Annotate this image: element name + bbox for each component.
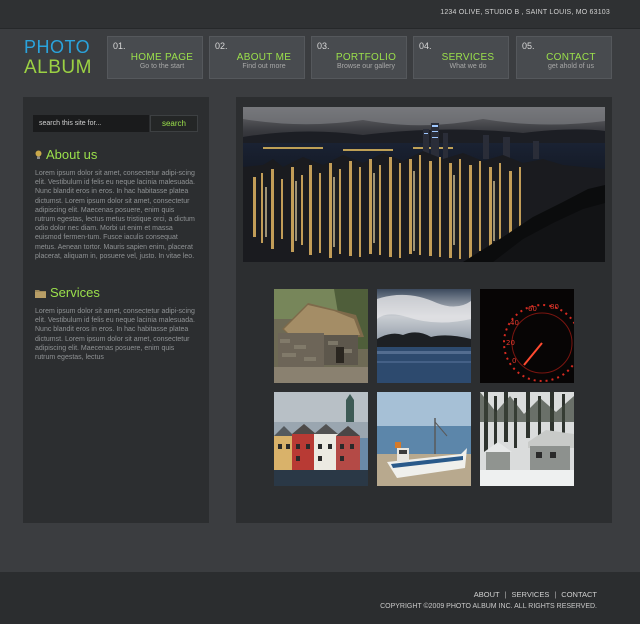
site-logo[interactable]: PHOTO ALBUM bbox=[24, 38, 92, 77]
colorful-houses-photo[interactable] bbox=[274, 392, 368, 486]
snowy-cabin-photo[interactable] bbox=[480, 392, 574, 486]
nav-number: 03. bbox=[317, 41, 330, 51]
nav-title: PORTFOLIO bbox=[335, 52, 397, 63]
search-button[interactable]: search bbox=[150, 115, 198, 132]
logo-line-2: ALBUM bbox=[24, 57, 92, 78]
nav-subtitle: Go to the start bbox=[139, 63, 185, 70]
footer-nav: ABOUT | SERVICES | CONTACT bbox=[474, 590, 597, 599]
nav-home[interactable]: 01. HOME PAGE Go to the start bbox=[107, 36, 203, 79]
services-text: Lorem ipsum dolor sit amet, consectetur … bbox=[35, 308, 195, 362]
svg-text:60: 60 bbox=[528, 305, 537, 313]
fishing-boat-photo[interactable] bbox=[377, 392, 471, 486]
top-bar: 1234 OLIVE, STUDIO B , SAINT LOUIS, MO 6… bbox=[0, 0, 640, 29]
svg-text:20: 20 bbox=[506, 339, 515, 347]
nav-subtitle: get ahold of us bbox=[548, 63, 594, 70]
footer-separator: | bbox=[504, 590, 507, 599]
nav-title: SERVICES bbox=[441, 52, 495, 63]
nav-title: ABOUT ME bbox=[236, 52, 292, 63]
nav-contact[interactable]: 05. CONTACT get ahold of us bbox=[516, 36, 612, 79]
footer: ABOUT | SERVICES | CONTACT COPYRIGHT ©2009 P… bbox=[0, 572, 640, 624]
footer-link-about[interactable]: ABOUT bbox=[474, 590, 500, 599]
footer-separator: | bbox=[554, 590, 557, 599]
logo-line-1: PHOTO bbox=[24, 37, 91, 57]
nav-number: 01. bbox=[113, 41, 126, 51]
folder-icon bbox=[35, 286, 46, 301]
footer-link-services[interactable]: SERVICES bbox=[512, 590, 550, 599]
nav-about[interactable]: 02. ABOUT ME Find out more bbox=[209, 36, 305, 79]
nav-number: 05. bbox=[522, 41, 535, 51]
services-title: Services bbox=[50, 285, 100, 300]
nav-subtitle: Find out more bbox=[242, 63, 286, 70]
nav-subtitle: Browse our gallery bbox=[337, 63, 395, 70]
services-heading: Services bbox=[35, 285, 100, 301]
svg-text:0: 0 bbox=[512, 357, 516, 365]
copyright-text: COPYRIGHT ©2009 PHOTO ALBUM INC. ALL RIG… bbox=[380, 603, 597, 610]
gallery-panel: 40 60 80 20 0 bbox=[236, 97, 612, 523]
footer-link-contact[interactable]: CONTACT bbox=[561, 590, 597, 599]
svg-text:40: 40 bbox=[510, 319, 519, 327]
about-title: About us bbox=[46, 147, 98, 162]
about-heading: About us bbox=[35, 147, 97, 163]
nav-services[interactable]: 04. SERVICES What we do bbox=[413, 36, 509, 79]
speedometer-photo[interactable]: 40 60 80 20 0 bbox=[480, 289, 574, 383]
search-input[interactable]: search this site for... bbox=[33, 115, 149, 132]
nav-title: HOME PAGE bbox=[130, 52, 194, 63]
nav-subtitle: What we do bbox=[449, 63, 487, 70]
lake-island-photo[interactable] bbox=[377, 289, 471, 383]
stone-cottage-photo[interactable] bbox=[274, 289, 368, 383]
nav-title: CONTACT bbox=[546, 52, 596, 63]
nav-number: 02. bbox=[215, 41, 228, 51]
address-text: 1234 OLIVE, STUDIO B , SAINT LOUIS, MO 6… bbox=[440, 9, 610, 16]
sidebar: search this site for... search About us … bbox=[23, 97, 209, 523]
nav-portfolio[interactable]: 03. PORTFOLIO Browse our gallery bbox=[311, 36, 407, 79]
svg-text:80: 80 bbox=[550, 303, 559, 311]
city-skyline-photo[interactable] bbox=[243, 107, 605, 262]
lightbulb-icon bbox=[35, 148, 42, 163]
about-text: Lorem ipsum dolor sit amet, consectetur … bbox=[35, 170, 195, 260]
nav-number: 04. bbox=[419, 41, 432, 51]
